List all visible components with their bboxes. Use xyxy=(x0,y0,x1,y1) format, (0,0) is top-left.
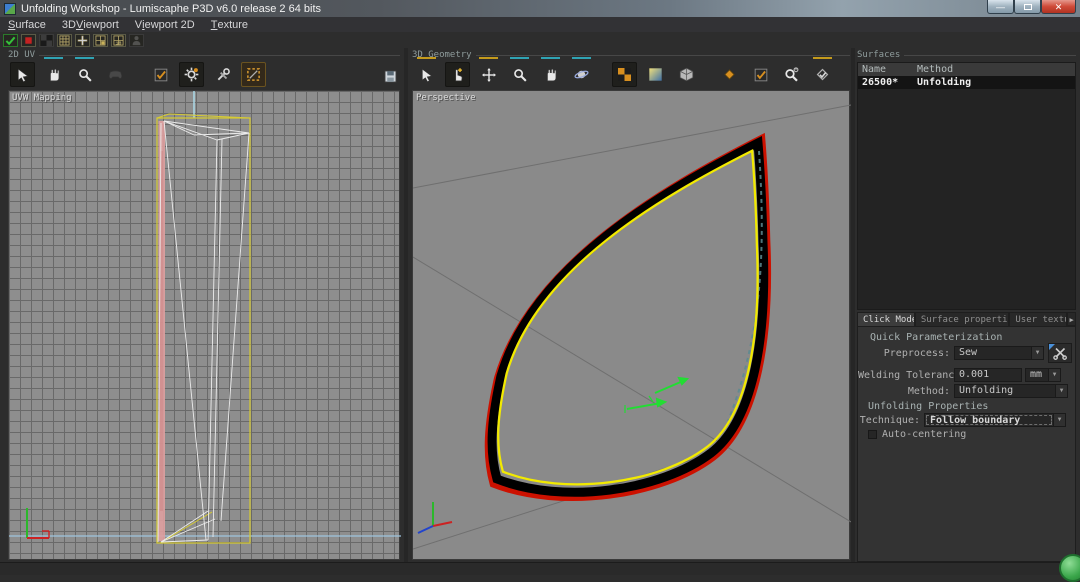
checker-texture-icon[interactable] xyxy=(612,62,637,87)
window-title-bar[interactable]: Unfolding Workshop - Lumiscaphe P3D v6.0… xyxy=(0,0,1080,17)
tab-user-textures[interactable]: User textu xyxy=(1009,312,1067,326)
preprocess-select[interactable]: Sew ▼ xyxy=(954,346,1044,360)
panel-splitter-right[interactable] xyxy=(851,48,855,562)
tools-wrench-icon[interactable] xyxy=(210,62,235,87)
auto-centering-checkbox[interactable] xyxy=(868,430,877,439)
welding-tolerance-input[interactable]: 0.001 xyxy=(954,368,1022,382)
perspective-viewport[interactable]: Perspective xyxy=(412,90,850,560)
tab-surface-properties[interactable]: Surface properties xyxy=(915,312,1010,326)
orbit-icon[interactable] xyxy=(569,62,594,87)
quick-parameterization-group-label: Quick Parameterization xyxy=(870,332,1002,343)
geometry-toolbar xyxy=(414,62,835,87)
method-label: Method: xyxy=(858,386,950,397)
transform-controller-icon[interactable] xyxy=(103,62,128,87)
uv-viewport-label: UVW Mapping xyxy=(12,93,72,103)
properties-tabs: Click Mode Surface properties User textu… xyxy=(857,312,1076,326)
zoom-magnifier-icon[interactable] xyxy=(72,62,97,87)
minimize-button[interactable]: — xyxy=(987,0,1014,14)
cut-scissors-button[interactable] xyxy=(1048,343,1072,363)
selection-dashed-square-icon[interactable] xyxy=(241,62,266,87)
pan-hand-icon[interactable] xyxy=(41,62,66,87)
menu-surface[interactable]: Surface xyxy=(0,17,54,32)
tab-click-mode[interactable]: Click Mode xyxy=(857,312,915,326)
tab-scroll-arrow[interactable]: ▶ xyxy=(1067,312,1076,326)
main-toolbar xyxy=(0,32,1080,48)
window-title: Unfolding Workshop - Lumiscaphe P3D v6.0… xyxy=(21,3,321,15)
tolerance-unit-select[interactable]: mm ▼ xyxy=(1025,368,1061,382)
notification-badge-icon[interactable] xyxy=(1059,554,1080,582)
surfaces-panel-title: Surfaces xyxy=(857,50,1076,60)
apply-check-icon[interactable] xyxy=(3,34,18,47)
render-gear-icon[interactable] xyxy=(179,62,204,87)
surfaces-table: Name Method 26500* Unfolding xyxy=(857,62,1076,310)
surface-name-cell: 26500* xyxy=(858,76,913,89)
technique-select[interactable]: Follow boundary ▼ xyxy=(924,413,1066,427)
chevron-down-icon: ▼ xyxy=(1053,414,1065,426)
gradient-background-icon[interactable] xyxy=(643,62,668,87)
welding-tolerance-label: Welding Tolerance: xyxy=(858,370,950,381)
menu-texture[interactable]: Texture xyxy=(203,17,256,32)
grid-display-icon[interactable] xyxy=(57,34,72,47)
diamond-snap-icon[interactable] xyxy=(717,62,742,87)
click-mode-panel: Quick Parameterization Preprocess: Sew ▼… xyxy=(857,326,1076,562)
preprocess-label: Preprocess: xyxy=(858,348,950,359)
validate-checkbox-icon[interactable] xyxy=(148,62,173,87)
record-stop-icon[interactable] xyxy=(21,34,36,47)
status-bar xyxy=(0,562,1080,575)
move-cross-icon[interactable] xyxy=(476,62,501,87)
menu-viewport-2d[interactable]: Viewport 2D xyxy=(127,17,203,32)
unfold-diamond-check-icon[interactable] xyxy=(810,62,835,87)
uv-wireframe-overlay xyxy=(9,91,401,561)
chevron-down-icon: ▼ xyxy=(1055,385,1067,397)
validate-checkbox-icon[interactable] xyxy=(748,62,773,87)
pan-hand-icon[interactable] xyxy=(538,62,563,87)
zoom-magnifier-icon[interactable] xyxy=(507,62,532,87)
maximize-button[interactable] xyxy=(1014,0,1041,14)
column-header-method[interactable]: Method xyxy=(913,63,1075,76)
panel-splitter-left[interactable] xyxy=(404,48,408,562)
grid-add-icon[interactable] xyxy=(75,34,90,47)
uv-toolbar xyxy=(10,62,266,87)
menu-3d-viewport[interactable]: 3D Viewport xyxy=(54,17,127,32)
method-select[interactable]: Unfolding ▼ xyxy=(954,384,1068,398)
chevron-down-icon: ▼ xyxy=(1031,347,1043,359)
technique-label: Technique: xyxy=(858,415,920,426)
save-disk-icon[interactable] xyxy=(378,64,403,89)
close-button[interactable]: ✕ xyxy=(1041,0,1076,14)
column-header-name[interactable]: Name xyxy=(858,63,913,76)
unfolding-properties-group-label: Unfolding Properties xyxy=(868,401,988,412)
app-icon xyxy=(4,3,16,15)
perspective-viewport-label: Perspective xyxy=(416,93,476,103)
pick-hand-icon[interactable] xyxy=(445,62,470,87)
uv-panel-title: 2D UV xyxy=(8,50,400,60)
menu-bar: Surface 3D Viewport Viewport 2D Texture xyxy=(0,17,1080,32)
select-cursor-icon[interactable] xyxy=(414,62,439,87)
chevron-down-icon: ▼ xyxy=(1048,369,1060,381)
flyout-flag-icon xyxy=(1049,344,1055,350)
geometry-panel-title: 3D Geometry xyxy=(412,50,850,60)
surfaces-header-row: Name Method xyxy=(858,63,1075,76)
leaf-surface-overlay xyxy=(413,91,851,561)
table-row[interactable]: 26500* Unfolding xyxy=(858,76,1075,89)
cube-view-icon[interactable] xyxy=(674,62,699,87)
auto-centering-label: Auto-centering xyxy=(882,429,966,440)
texture-checker-icon[interactable] xyxy=(39,34,54,47)
user-profile-icon[interactable] xyxy=(129,34,144,47)
surface-method-cell: Unfolding xyxy=(913,76,1075,89)
grid-image-icon[interactable] xyxy=(93,34,108,47)
select-cursor-icon[interactable] xyxy=(10,62,35,87)
grid-ten-icon[interactable] xyxy=(111,34,126,47)
scissors-icon xyxy=(1053,346,1067,360)
uv-viewport[interactable]: UVW Mapping xyxy=(8,90,400,560)
zoom-power-icon[interactable] xyxy=(779,62,804,87)
